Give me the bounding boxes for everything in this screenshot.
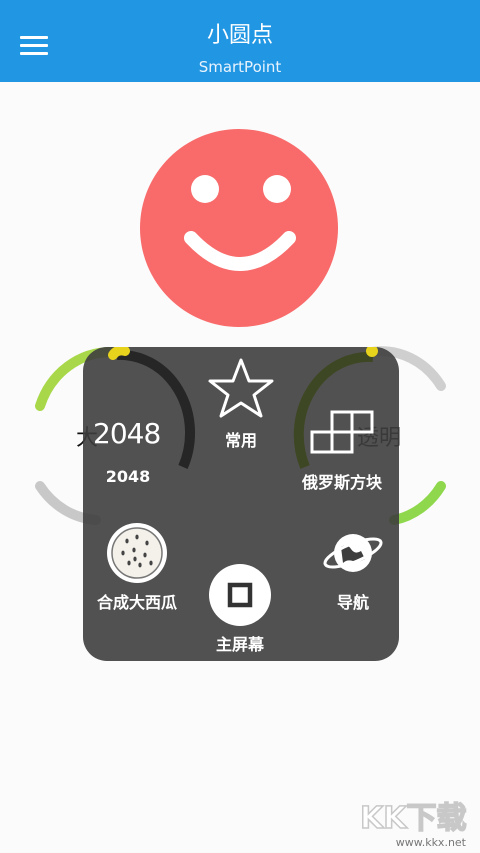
menu-item-home-screen[interactable]: 主屏幕 bbox=[197, 561, 283, 657]
svg-text:KK下载: KK下载 bbox=[360, 801, 467, 834]
menu-item-tetris[interactable]: 俄罗斯方块 bbox=[289, 401, 395, 492]
smiley-face-icon bbox=[140, 129, 338, 327]
home-button-icon bbox=[209, 564, 271, 626]
menu-item-navigation-label: 导航 bbox=[336, 593, 369, 612]
menu-item-watermelon-label: 合成大西瓜 bbox=[96, 593, 177, 612]
menu-item-2048-label: 2048 bbox=[105, 467, 151, 486]
menu-item-home-screen-label: 主屏幕 bbox=[215, 635, 264, 654]
tetris-blocks-icon bbox=[310, 410, 374, 454]
menu-item-favorites[interactable]: 常用 bbox=[201, 357, 281, 450]
menu-item-navigation[interactable]: 导航 bbox=[313, 521, 393, 612]
star-icon bbox=[208, 358, 274, 418]
2048-icon-number: 2048 bbox=[93, 417, 161, 450]
menu-item-tetris-label: 俄罗斯方块 bbox=[301, 473, 382, 492]
floating-menu-panel: 2048 2048 常用 俄罗斯方块 合成大西瓜 导航 主屏幕 bbox=[83, 347, 399, 661]
menu-item-2048[interactable]: 2048 2048 bbox=[93, 409, 163, 491]
kk-download-watermark-logo: KK下载 bbox=[360, 800, 467, 834]
planet-icon bbox=[323, 534, 383, 572]
watermelon-icon bbox=[107, 523, 167, 583]
menu-item-watermelon[interactable]: 合成大西瓜 bbox=[87, 521, 187, 612]
watermark-url: www.kkx.net bbox=[395, 836, 466, 849]
menu-item-favorites-label: 常用 bbox=[224, 431, 257, 450]
